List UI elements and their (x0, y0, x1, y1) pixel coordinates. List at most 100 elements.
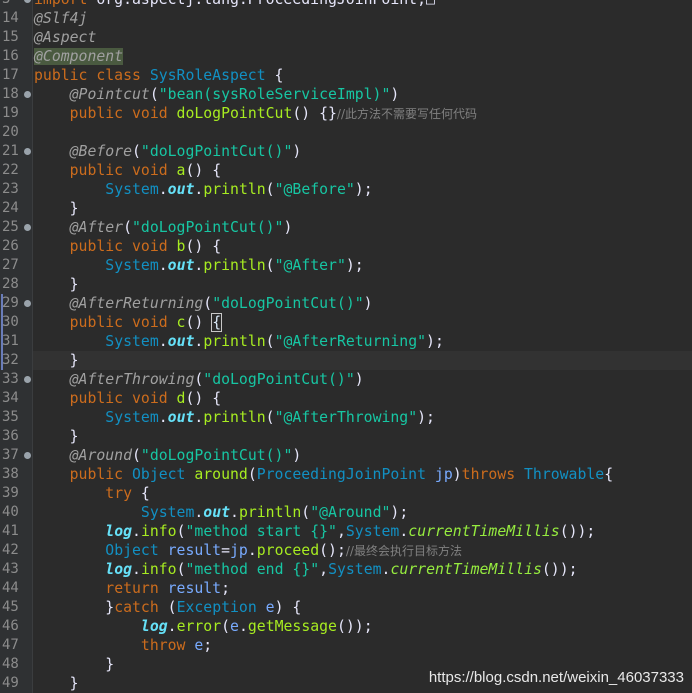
gutter-cell: 3 (0, 0, 33, 9)
code-token: } (34, 352, 79, 369)
code-line[interactable]: 24 } (0, 199, 692, 218)
code-line[interactable]: 18 @Pointcut("bean(sysRoleServiceImpl)") (0, 85, 692, 104)
code-token: out (203, 504, 231, 521)
code-token: println (203, 181, 266, 198)
code-token: log (105, 523, 133, 540)
code-line[interactable]: 44 return result; (0, 579, 692, 598)
code-token: ()); (541, 561, 578, 578)
line-number: 25 (2, 219, 19, 235)
code-token: log (105, 561, 133, 578)
code-token: ) { (274, 599, 302, 616)
code-token: public (69, 162, 132, 179)
code-line[interactable]: 37 @Around("doLogPointCut()") (0, 446, 692, 465)
code-line[interactable]: 23 System.out.println("@Before"); (0, 180, 692, 199)
line-number: 28 (2, 276, 19, 292)
gutter-cell: 35 (0, 408, 33, 427)
code-token: //最终会执行目标方法 (345, 544, 462, 558)
gutter-cell: 20 (0, 123, 33, 142)
code-token: ( (221, 618, 231, 635)
code-token: ; (221, 580, 231, 597)
code-text: try { (34, 484, 150, 503)
code-token: void (132, 105, 177, 122)
code-token: ); (354, 181, 373, 198)
code-line[interactable]: 41 log.info("method start {}",System.cur… (0, 522, 692, 541)
code-token: { (265, 67, 284, 84)
gutter-cell: 48 (0, 655, 33, 674)
code-line[interactable]: 28 } (0, 275, 692, 294)
code-token: println (203, 257, 266, 274)
gutter-cell: 43 (0, 560, 33, 579)
code-line[interactable]: 42 Object result=jp.proceed();//最终会执行目标方… (0, 541, 692, 560)
code-token: ( (203, 295, 213, 312)
code-line[interactable]: 16 @Component (0, 47, 692, 66)
code-line[interactable]: 21 @Before("doLogPointCut()") (0, 142, 692, 161)
code-token: ( (247, 466, 257, 483)
code-token: println (203, 333, 266, 350)
fold-toggle-icon[interactable] (24, 300, 31, 307)
code-line[interactable]: 36 } (0, 427, 692, 446)
code-line[interactable]: 32 } (0, 351, 692, 370)
code-line[interactable]: 25 @After("doLogPointCut()") (0, 218, 692, 237)
fold-toggle-icon[interactable] (24, 224, 31, 231)
code-line[interactable]: 43 log.info("method end {}",System.curre… (0, 560, 692, 579)
fold-toggle-icon[interactable] (24, 452, 31, 459)
code-line[interactable]: 15 @Aspect (0, 28, 692, 47)
code-token: println (238, 504, 302, 521)
code-token: , (319, 561, 329, 578)
code-token: throw (140, 637, 195, 654)
code-line[interactable]: 19 public void doLogPointCut() {}//此方法不需… (0, 104, 692, 123)
code-line[interactable]: 45 }catch (Exception e) { (0, 598, 692, 617)
code-token: void (132, 238, 177, 255)
code-line[interactable]: 27 System.out.println("@After"); (0, 256, 692, 275)
code-token: ( (132, 447, 141, 464)
code-token: ) (354, 371, 364, 388)
code-line[interactable]: 38 public Object around(ProceedingJoinPo… (0, 465, 692, 484)
code-line[interactable]: 22 public void a() { (0, 161, 692, 180)
gutter-cell: 21 (0, 142, 33, 161)
code-token: info (140, 523, 177, 540)
code-token: . (158, 333, 168, 350)
code-token: public (69, 466, 132, 483)
code-line[interactable]: 31 System.out.println("@AfterReturning")… (0, 332, 692, 351)
code-line[interactable]: 35 System.out.println("@AfterThrowing"); (0, 408, 692, 427)
code-line[interactable]: 3 import org.aspectj.lang.ProceedingJoinP… (0, 0, 692, 9)
code-line[interactable]: 26 public void b() { (0, 237, 692, 256)
code-token: catch (114, 599, 168, 616)
code-line[interactable]: 39 try { (0, 484, 692, 503)
code-text: Object result=jp.proceed();//最终会执行目标方法 (34, 541, 462, 561)
line-number: 30 (2, 314, 19, 330)
code-line[interactable]: 46 log.error(e.getMessage()); (0, 617, 692, 636)
code-line[interactable]: 34 public void d() { (0, 389, 692, 408)
code-token: System (105, 257, 159, 274)
gutter-cell: 46 (0, 617, 33, 636)
code-token: public (69, 105, 132, 122)
code-token: SysRoleAspect (149, 67, 266, 84)
code-text: @Aspect (34, 28, 96, 47)
line-number: 48 (2, 656, 19, 672)
code-token: . (194, 504, 204, 521)
code-token: error (176, 618, 222, 635)
code-line[interactable]: 47 throw e; (0, 636, 692, 655)
code-line[interactable]: 14 @Slf4j (0, 9, 692, 28)
code-line[interactable]: 30 public void c() { (0, 313, 692, 332)
line-number: 45 (2, 599, 19, 615)
fold-toggle-icon[interactable] (24, 0, 31, 3)
code-line[interactable]: 29 @AfterReturning("doLogPointCut()") (0, 294, 692, 313)
code-line[interactable]: 20 (0, 123, 692, 142)
code-text: @After("doLogPointCut()") (34, 218, 293, 237)
code-text: @Pointcut("bean(sysRoleServiceImpl)") (34, 85, 400, 104)
code-token: @AfterReturning (69, 295, 204, 312)
code-line[interactable]: 40 System.out.println("@Around"); (0, 503, 692, 522)
code-line[interactable]: 33 @AfterThrowing("doLogPointCut()") (0, 370, 692, 389)
code-text: @Around("doLogPointCut()") (34, 446, 302, 465)
code-line[interactable]: 17 public class SysRoleAspect { (0, 66, 692, 85)
gutter-cell: 17 (0, 66, 33, 85)
code-editor[interactable]: 3 import org.aspectj.lang.ProceedingJoinP… (0, 0, 692, 693)
fold-toggle-icon[interactable] (24, 376, 31, 383)
fold-toggle-icon[interactable] (24, 91, 31, 98)
fold-toggle-icon[interactable] (24, 148, 31, 155)
code-token: { (604, 466, 614, 483)
